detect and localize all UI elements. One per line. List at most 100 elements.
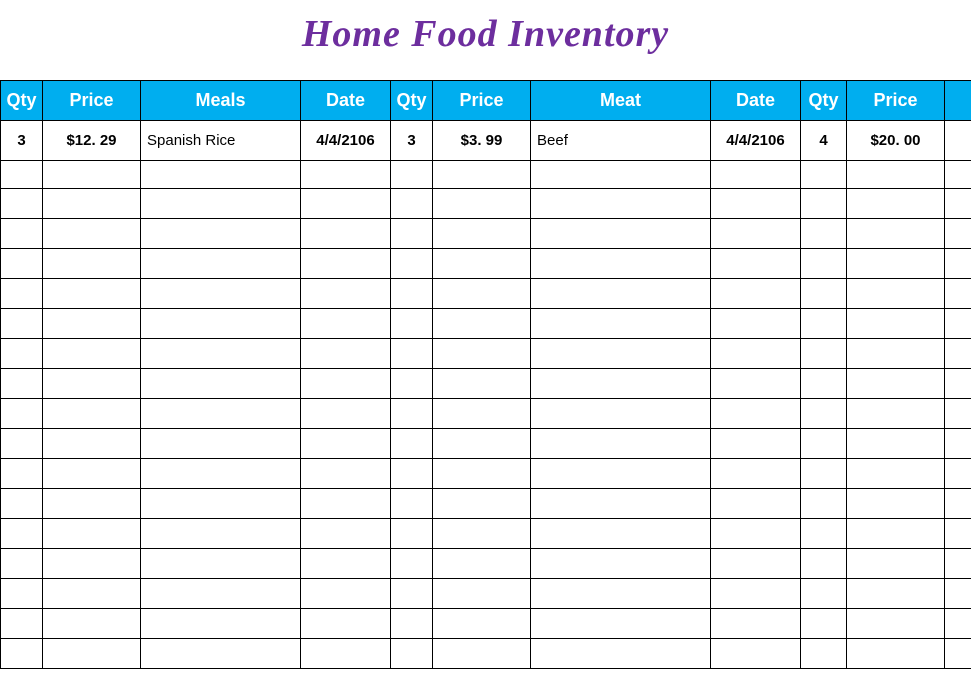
cell[interactable] <box>1 279 43 309</box>
cell[interactable] <box>141 339 301 369</box>
cell[interactable] <box>801 459 847 489</box>
cell[interactable] <box>801 249 847 279</box>
cell[interactable] <box>433 369 531 399</box>
cell-meals[interactable]: Spanish Rice <box>141 121 301 161</box>
cell[interactable] <box>433 161 531 189</box>
cell[interactable] <box>43 549 141 579</box>
cell[interactable] <box>301 429 391 459</box>
cell[interactable] <box>433 399 531 429</box>
cell[interactable] <box>301 489 391 519</box>
cell[interactable] <box>391 339 433 369</box>
cell[interactable] <box>141 549 301 579</box>
cell[interactable] <box>391 399 433 429</box>
cell[interactable] <box>711 429 801 459</box>
cell-qty1[interactable]: 3 <box>1 121 43 161</box>
cell[interactable] <box>945 519 971 549</box>
cell[interactable] <box>141 519 301 549</box>
cell[interactable] <box>531 249 711 279</box>
cell[interactable] <box>801 279 847 309</box>
cell[interactable] <box>847 161 945 189</box>
cell[interactable] <box>945 399 971 429</box>
cell[interactable] <box>301 189 391 219</box>
cell[interactable] <box>945 609 971 639</box>
cell[interactable] <box>847 609 945 639</box>
cell[interactable] <box>43 369 141 399</box>
cell[interactable] <box>711 219 801 249</box>
cell[interactable] <box>847 369 945 399</box>
cell[interactable] <box>945 249 971 279</box>
cell[interactable] <box>391 489 433 519</box>
cell[interactable] <box>531 459 711 489</box>
cell[interactable] <box>433 519 531 549</box>
cell[interactable] <box>531 429 711 459</box>
cell[interactable] <box>391 579 433 609</box>
cell[interactable] <box>801 161 847 189</box>
cell[interactable] <box>43 639 141 669</box>
cell[interactable] <box>43 609 141 639</box>
cell[interactable] <box>711 369 801 399</box>
cell[interactable] <box>1 549 43 579</box>
cell-date1[interactable]: 4/4/2106 <box>301 121 391 161</box>
cell[interactable] <box>945 279 971 309</box>
cell[interactable] <box>1 309 43 339</box>
cell[interactable] <box>531 339 711 369</box>
cell[interactable] <box>531 369 711 399</box>
cell[interactable] <box>43 279 141 309</box>
cell[interactable] <box>391 309 433 339</box>
cell[interactable] <box>531 189 711 219</box>
cell[interactable] <box>711 279 801 309</box>
cell[interactable] <box>433 489 531 519</box>
cell[interactable] <box>301 579 391 609</box>
cell[interactable] <box>1 189 43 219</box>
cell[interactable] <box>1 249 43 279</box>
cell[interactable] <box>847 189 945 219</box>
cell[interactable] <box>301 339 391 369</box>
cell-date2[interactable]: 4/4/2106 <box>711 121 801 161</box>
cell[interactable] <box>301 309 391 339</box>
cell[interactable] <box>301 279 391 309</box>
cell-meat[interactable]: Beef <box>531 121 711 161</box>
cell[interactable] <box>301 549 391 579</box>
cell[interactable] <box>531 579 711 609</box>
cell[interactable] <box>141 489 301 519</box>
cell[interactable] <box>711 309 801 339</box>
cell[interactable] <box>1 399 43 429</box>
cell[interactable] <box>43 161 141 189</box>
cell[interactable] <box>391 429 433 459</box>
cell[interactable] <box>531 219 711 249</box>
cell[interactable] <box>945 309 971 339</box>
cell[interactable] <box>531 309 711 339</box>
cell[interactable] <box>945 219 971 249</box>
cell[interactable] <box>801 429 847 459</box>
cell[interactable] <box>391 369 433 399</box>
cell[interactable] <box>433 429 531 459</box>
cell[interactable] <box>433 579 531 609</box>
cell[interactable] <box>43 219 141 249</box>
cell[interactable] <box>433 189 531 219</box>
cell[interactable] <box>301 639 391 669</box>
cell[interactable] <box>391 459 433 489</box>
cell[interactable] <box>433 549 531 579</box>
cell[interactable] <box>1 459 43 489</box>
cell[interactable] <box>43 579 141 609</box>
cell[interactable] <box>433 459 531 489</box>
cell[interactable] <box>531 489 711 519</box>
cell[interactable] <box>43 339 141 369</box>
cell[interactable] <box>43 519 141 549</box>
cell[interactable] <box>141 161 301 189</box>
cell[interactable] <box>433 279 531 309</box>
cell[interactable] <box>801 339 847 369</box>
cell[interactable] <box>301 161 391 189</box>
cell[interactable] <box>43 309 141 339</box>
cell[interactable] <box>301 519 391 549</box>
cell[interactable] <box>801 519 847 549</box>
cell[interactable] <box>945 429 971 459</box>
cell[interactable] <box>141 189 301 219</box>
cell[interactable] <box>141 279 301 309</box>
cell[interactable] <box>711 459 801 489</box>
cell[interactable] <box>433 249 531 279</box>
cell[interactable] <box>391 189 433 219</box>
cell[interactable] <box>301 609 391 639</box>
cell[interactable] <box>1 489 43 519</box>
cell[interactable] <box>141 369 301 399</box>
